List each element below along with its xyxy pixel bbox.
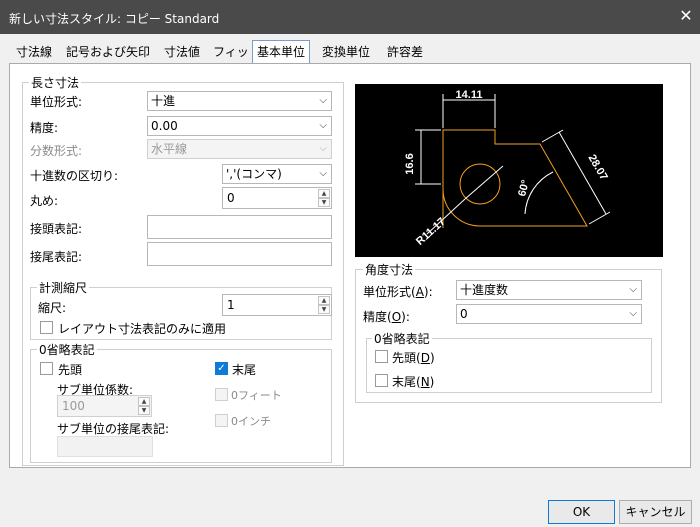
leading-zero-checkbox[interactable] <box>40 362 53 375</box>
decimal-separator-value: ','(コンマ) <box>226 167 282 181</box>
sub-unit-suffix-label: サブ単位の接尾表記: <box>57 422 170 436</box>
spin-up-icon[interactable]: ▲ <box>138 397 150 406</box>
spin-up-icon[interactable]: ▲ <box>318 189 330 198</box>
suffix-input[interactable] <box>147 242 332 266</box>
zero-inches-checkbox[interactable] <box>215 414 228 427</box>
tab-symbols-arrows[interactable]: 記号および矢印 <box>66 41 150 63</box>
spin-up-icon[interactable]: ▲ <box>318 296 330 305</box>
tab-alternate-units[interactable]: 変換単位 <box>322 41 370 63</box>
spin-down-icon[interactable]: ▼ <box>138 406 150 415</box>
chevron-down-icon: ⌵ <box>629 308 637 319</box>
spin-down-icon[interactable]: ▼ <box>318 198 330 207</box>
angular-unit-format-select[interactable]: 十進度数 ⌵ <box>456 280 642 300</box>
layout-only-checkbox[interactable] <box>40 321 53 334</box>
zero-suppression-title: 0省略表記 <box>37 341 97 358</box>
preview-dim-top: 14.11 <box>456 89 483 101</box>
window-title: 新しい寸法スタイル: コピー Standard <box>9 12 220 26</box>
preview-part-outline <box>442 129 588 228</box>
trailing-zero-checkbox[interactable]: ✓ <box>215 362 228 375</box>
chevron-down-icon: ⌵ <box>319 95 327 106</box>
preview-dim-left: 16.6 <box>404 153 416 174</box>
angular-leading-zero-label: 先頭(D) <box>392 351 435 365</box>
preview-dimension-lines <box>415 94 611 235</box>
zero-feet-label: 0フィート <box>231 389 282 402</box>
sub-unit-suffix-input[interactable] <box>57 436 153 457</box>
zero-inches-label: 0インチ <box>231 415 271 428</box>
tab-tolerances[interactable]: 許容差 <box>387 41 423 63</box>
angular-trailing-zero-checkbox[interactable] <box>375 374 388 387</box>
angular-precision-value: 0 <box>460 307 468 321</box>
round-off-value: 0 <box>227 191 235 205</box>
unit-format-value: 十進 <box>151 94 176 108</box>
round-off-spinner[interactable]: 0 ▲ ▼ <box>222 187 332 209</box>
prefix-label: 接頭表記: <box>30 222 83 236</box>
angular-unit-format-label: 単位形式(A): <box>363 285 433 299</box>
precision-select[interactable]: 0.00 ⌵ <box>147 116 332 136</box>
cancel-button[interactable]: キャンセル <box>619 500 692 524</box>
chevron-down-icon: ⌵ <box>319 143 327 154</box>
sub-unit-factor-spinner[interactable]: 100 ▲ ▼ <box>57 395 152 417</box>
chevron-down-icon: ⌵ <box>319 120 327 131</box>
ok-button[interactable]: OK <box>548 500 615 524</box>
suffix-label: 接尾表記: <box>30 250 83 264</box>
round-off-label: 丸め: <box>30 194 59 208</box>
chevron-down-icon: ⌵ <box>629 284 637 295</box>
decimal-separator-select[interactable]: ','(コンマ) ⌵ <box>222 164 332 184</box>
preview-dim-radius: R11.17 <box>414 216 448 248</box>
unit-format-label: 単位形式: <box>30 95 83 109</box>
scale-factor-spinner[interactable]: 1 ▲ ▼ <box>222 294 332 316</box>
fraction-format-value: 水平線 <box>151 142 188 156</box>
dimension-preview: 14.11 16.6 28.07 60° R11.17 <box>355 84 663 257</box>
spin-down-icon[interactable]: ▼ <box>318 305 330 314</box>
tab-primary-units[interactable]: 基本単位 <box>252 40 311 64</box>
chevron-down-icon: ⌵ <box>319 168 327 179</box>
angular-precision-select[interactable]: 0 ⌵ <box>456 304 642 324</box>
angular-leading-zero-checkbox[interactable] <box>375 350 388 363</box>
preview-drawing: 14.11 16.6 28.07 60° R11.17 <box>404 89 611 248</box>
prefix-input[interactable] <box>147 215 332 239</box>
scale-factor-value: 1 <box>227 298 235 312</box>
precision-value: 0.00 <box>151 119 178 133</box>
scale-factor-label: 縮尺: <box>38 301 67 315</box>
measurement-scale-title: 計測縮尺 <box>37 279 90 296</box>
tab-text[interactable]: 寸法値 <box>164 41 200 63</box>
leading-zero-label: 先頭 <box>58 363 83 377</box>
title-bar: 新しい寸法スタイル: コピー Standard ✕ <box>0 0 700 34</box>
checkmark-icon: ✓ <box>217 363 226 374</box>
sub-unit-factor-value: 100 <box>62 399 85 413</box>
fraction-format-select[interactable]: 水平線 ⌵ <box>147 139 332 159</box>
unit-format-select[interactable]: 十進 ⌵ <box>147 91 332 111</box>
decimal-separator-label: 十進数の区切り: <box>30 169 119 183</box>
linear-dimensions-title: 長さ寸法 <box>29 74 82 91</box>
preview-dim-right: 28.07 <box>586 153 610 183</box>
angular-zero-suppression-title: 0省略表記 <box>372 330 432 347</box>
precision-label: 精度: <box>30 121 59 135</box>
trailing-zero-label: 末尾 <box>232 363 257 377</box>
zero-feet-checkbox[interactable] <box>215 388 228 401</box>
angular-trailing-zero-label: 末尾(N) <box>392 375 435 389</box>
layout-only-label: レイアウト寸法表記のみに適用 <box>58 322 227 336</box>
preview-geometry <box>442 129 588 228</box>
angular-precision-label: 精度(O): <box>363 310 410 324</box>
fraction-format-label: 分数形式: <box>30 144 83 158</box>
angular-unit-format-value: 十進度数 <box>460 283 509 297</box>
angular-dimensions-title: 角度寸法 <box>363 261 416 278</box>
close-icon[interactable]: ✕ <box>676 6 696 26</box>
tab-dimension-lines[interactable]: 寸法線 <box>16 41 52 63</box>
